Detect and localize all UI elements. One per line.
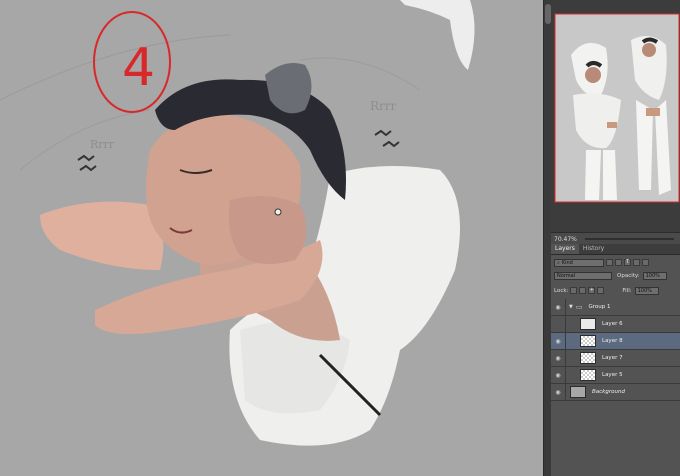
folder-icon: ▭ — [575, 303, 583, 311]
chevron-down-icon[interactable]: ▼ — [569, 304, 573, 310]
artwork-painting: 4 Rrrr Rrrr — [0, 0, 475, 446]
layer-thumbnail — [580, 318, 596, 330]
blend-mode-label: Normal — [557, 272, 576, 279]
eye-icon[interactable]: ◉ — [551, 333, 566, 349]
layer-row-layer-8[interactable]: ◉ Layer 8 — [551, 333, 680, 350]
fill-label: Fill: — [622, 287, 632, 294]
navigator-panel[interactable] — [551, 0, 680, 232]
eye-icon[interactable]: ◉ — [551, 384, 566, 400]
layer-name: Layer 6 — [602, 321, 623, 327]
layer-row-group-1[interactable]: ◉ ▼ ▭ Group 1 — [551, 299, 680, 316]
artwork-canvas[interactable]: 4 Rrrr Rrrr — [0, 0, 543, 476]
layer-row-layer-7[interactable]: ◉ Layer 7 — [551, 350, 680, 367]
lock-position-icon[interactable]: + — [588, 287, 596, 294]
filter-row: ⌕ Kind T — [551, 256, 680, 269]
filter-kind-label: Kind — [561, 259, 573, 266]
annotation-number: 4 — [122, 38, 155, 98]
filter-pixel-icon[interactable] — [606, 259, 613, 266]
lock-all-icon[interactable] — [597, 287, 605, 294]
layers-empty-area — [551, 409, 680, 476]
blend-row: Normal Opacity: 100% — [551, 269, 680, 282]
layer-thumbnail — [580, 352, 596, 364]
search-icon: ⌕ — [557, 259, 560, 266]
zoom-value[interactable]: 70.47% — [551, 236, 577, 243]
lock-transparent-icon[interactable] — [570, 287, 578, 294]
layer-name: Background — [592, 389, 625, 395]
filter-shape-icon[interactable] — [633, 259, 640, 266]
fill-input[interactable]: 100% — [634, 286, 659, 295]
layer-row-background[interactable]: ◉ Background — [551, 384, 680, 401]
opacity-value: 100% — [645, 272, 660, 279]
navigator-preview — [551, 0, 680, 232]
layer-row-layer-6[interactable]: Layer 6 — [551, 316, 680, 333]
eye-hidden-icon[interactable] — [551, 316, 566, 332]
sketch-text: Rrrr — [370, 99, 397, 113]
fill-value: 100% — [637, 287, 652, 294]
right-panel: 70.47% Layers History ⌕ Kind T Normal Op… — [551, 0, 680, 476]
tab-layers[interactable]: Layers — [551, 244, 579, 254]
lock-label: Lock: — [554, 287, 569, 294]
filter-kind-select[interactable]: ⌕ Kind — [554, 258, 604, 267]
lock-row: Lock: + Fill: 100% — [551, 284, 680, 297]
layer-thumbnail — [580, 369, 596, 381]
layer-name: Layer 7 — [602, 355, 623, 361]
layer-row-layer-5[interactable]: ◉ Layer 5 — [551, 367, 680, 384]
eye-icon[interactable]: ◉ — [551, 350, 566, 366]
eye-icon[interactable]: ◉ — [551, 367, 566, 383]
panel-tabs: Layers History — [551, 244, 680, 255]
sketch-text-2: Rrrr — [90, 138, 115, 151]
layer-name: Layer 8 — [602, 338, 623, 344]
layer-name: Layer 5 — [602, 372, 623, 378]
lock-pixels-icon[interactable] — [579, 287, 587, 294]
layer-thumbnail — [580, 335, 596, 347]
opacity-label: Opacity: — [617, 272, 640, 279]
tab-history[interactable]: History — [579, 244, 608, 254]
layer-thumbnail — [570, 386, 586, 398]
eye-icon[interactable]: ◉ — [551, 299, 566, 315]
filter-smart-icon[interactable] — [642, 259, 649, 266]
filter-adjustment-icon[interactable] — [615, 259, 622, 266]
layer-name: Group 1 — [588, 304, 611, 310]
filter-type-icon[interactable]: T — [624, 259, 631, 266]
blend-mode-select[interactable]: Normal — [554, 271, 612, 280]
zoom-slider[interactable] — [585, 238, 674, 240]
opacity-input[interactable]: 100% — [642, 271, 667, 280]
layers-list: ◉ ▼ ▭ Group 1 Layer 6 ◉ Layer 8 ◉ Layer … — [551, 299, 680, 409]
